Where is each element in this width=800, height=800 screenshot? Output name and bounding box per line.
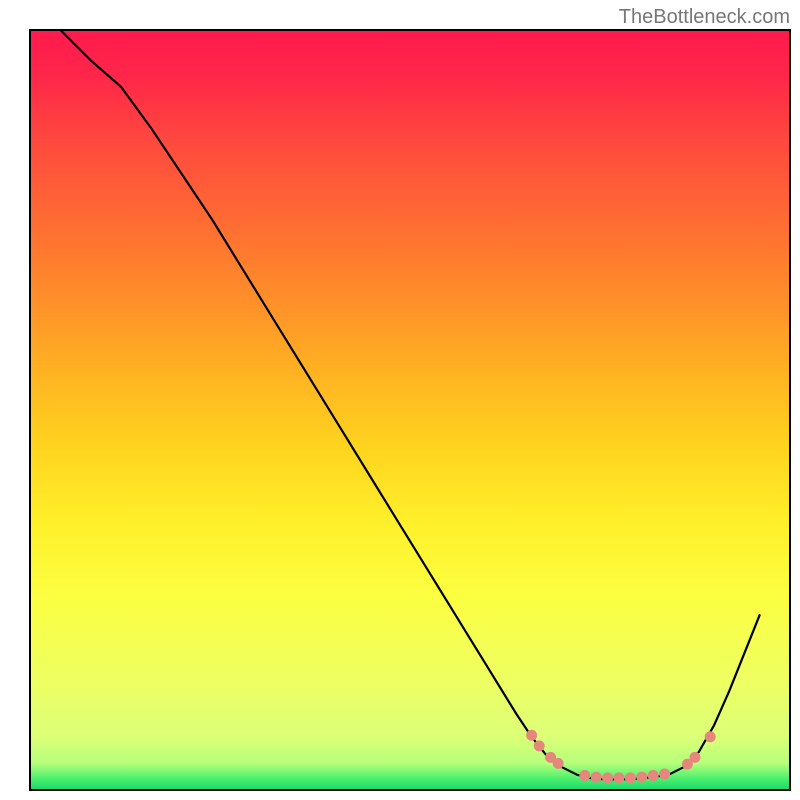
curve-marker <box>705 731 716 742</box>
curve-marker <box>636 772 647 783</box>
curve-marker <box>690 752 701 763</box>
bottleneck-chart <box>0 0 800 800</box>
curve-marker <box>553 758 564 769</box>
gradient-background <box>30 30 790 790</box>
curve-marker <box>625 772 636 783</box>
curve-marker <box>526 730 537 741</box>
curve-marker <box>602 772 613 783</box>
curve-marker <box>579 770 590 781</box>
curve-marker <box>591 772 602 783</box>
curve-marker <box>648 770 659 781</box>
curve-marker <box>659 769 670 780</box>
curve-marker <box>614 772 625 783</box>
curve-marker <box>534 740 545 751</box>
attribution-text: TheBottleneck.com <box>619 6 790 29</box>
